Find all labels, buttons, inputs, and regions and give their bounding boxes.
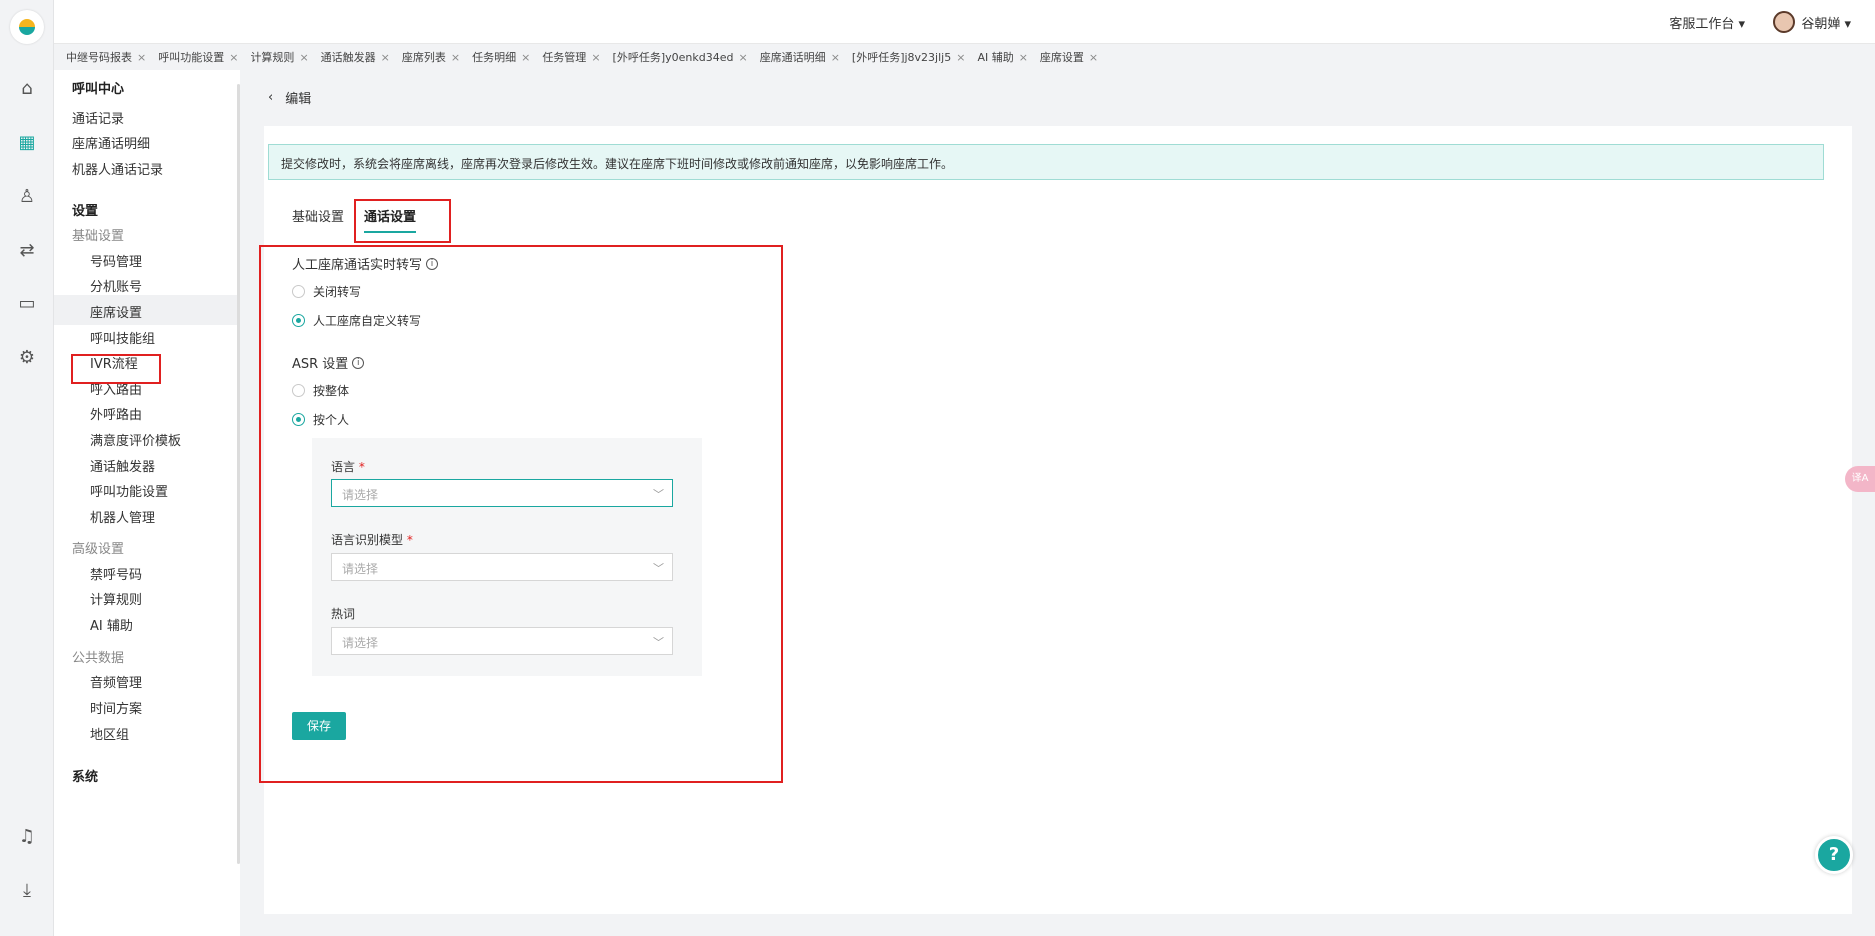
sidebar-item-blocked-numbers[interactable]: 禁呼号码	[90, 564, 142, 583]
annotation-box-tab	[354, 199, 451, 243]
sidebar-item-call-records[interactable]: 通话记录	[72, 108, 124, 127]
sidebar-item-robot-mgmt[interactable]: 机器人管理	[90, 507, 155, 526]
annotation-box-form	[259, 245, 783, 783]
sidebar-group-public: 公共数据	[72, 651, 125, 666]
user-name: 谷朝婵 ▾	[1801, 16, 1851, 32]
tab-basic-settings[interactable]: 基础设置	[292, 206, 344, 233]
sidebar-item-call-function[interactable]: 呼叫功能设置	[90, 481, 168, 500]
annotation-box-sidebar	[71, 354, 161, 384]
close-icon[interactable]: ×	[956, 51, 965, 64]
sidebar-item-satisfaction[interactable]: 满意度评价模板	[90, 430, 181, 449]
sidebar-item-ai-assist[interactable]: AI 辅助	[90, 615, 133, 634]
page-tab[interactable]: [外呼任务]j8v23jlj5 ×	[852, 49, 966, 65]
home-icon[interactable]: ⌂	[14, 75, 40, 101]
bell-icon[interactable]: ♫	[14, 823, 40, 849]
help-icon[interactable]: ?	[1815, 836, 1853, 874]
close-icon[interactable]: ×	[521, 51, 530, 64]
page-tab[interactable]: 呼叫功能设置 ×	[158, 49, 238, 65]
sidebar-item-region-group[interactable]: 地区组	[90, 724, 129, 743]
chevron-left-icon: ‹	[268, 90, 274, 105]
book-icon[interactable]: ▭	[14, 290, 40, 316]
workspace-switcher[interactable]: 客服工作台 ▾	[1669, 13, 1745, 32]
sidebar-group-advanced: 高级设置	[72, 542, 125, 557]
page-tab[interactable]: 任务明细 ×	[472, 49, 530, 65]
page-tab[interactable]: [外呼任务]y0enkd34ed ×	[613, 49, 748, 65]
sidebar-section-settings: 设置	[72, 204, 99, 219]
notice-banner: 提交修改时，系统会将座席离线，座席再次登录后修改生效。建议在座席下班时间修改或修…	[268, 144, 1824, 180]
page-tab[interactable]: 计算规则 ×	[250, 49, 308, 65]
page-tab[interactable]: 任务管理 ×	[542, 49, 600, 65]
close-icon[interactable]: ×	[1019, 51, 1028, 64]
app-rail: ⌂ ▦ ♙ ⇄ ▭ ⚙ ♫ ⤓	[0, 0, 54, 936]
sidebar-section-system: 系统	[72, 770, 99, 785]
sidebar-item-call-trigger[interactable]: 通话触发器	[90, 456, 155, 475]
close-icon[interactable]: ×	[451, 51, 460, 64]
route-icon[interactable]: ⇄	[14, 237, 40, 263]
apps-icon[interactable]: ▦	[14, 129, 40, 155]
sidebar-item-extension[interactable]: 分机账号	[90, 276, 142, 295]
page-tab[interactable]: AI 辅助 ×	[977, 49, 1027, 65]
close-icon[interactable]: ×	[381, 51, 390, 64]
close-icon[interactable]: ×	[229, 51, 238, 64]
settings-icon[interactable]: ⚙	[14, 344, 40, 370]
sidebar-group-basic: 基础设置	[72, 229, 125, 244]
top-bar: 客服工作台 ▾ 谷朝婵 ▾	[54, 0, 1875, 44]
page-tab[interactable]: 座席通话明细 ×	[760, 49, 840, 65]
close-icon[interactable]: ×	[1089, 51, 1098, 64]
page-title: 编辑	[285, 92, 312, 107]
page-tab[interactable]: 中继号码报表 ×	[66, 49, 146, 65]
avatar	[1773, 11, 1796, 33]
close-icon[interactable]: ×	[591, 51, 600, 64]
page-tab[interactable]: 座席列表 ×	[402, 49, 460, 65]
back-link[interactable]: ‹ 编辑	[268, 88, 311, 107]
sidebar-item-time-plan[interactable]: 时间方案	[90, 698, 142, 717]
close-icon[interactable]: ×	[137, 51, 146, 64]
sidebar-item-audio[interactable]: 音频管理	[90, 672, 142, 691]
close-icon[interactable]: ×	[299, 51, 308, 64]
close-icon[interactable]: ×	[831, 51, 840, 64]
translate-icon[interactable]: 译A	[1845, 466, 1875, 492]
sidebar-item-calc-rules[interactable]: 计算规则	[90, 589, 142, 608]
sidebar-item-outbound-route[interactable]: 外呼路由	[90, 404, 142, 423]
sidebar-section-call-center: 呼叫中心	[72, 82, 125, 97]
app-logo[interactable]	[10, 10, 44, 44]
page-tab[interactable]: 通话触发器 ×	[321, 49, 390, 65]
sidebar-item-agent-call-detail[interactable]: 座席通话明细	[72, 133, 150, 152]
sidebar-item-robot-call-records[interactable]: 机器人通话记录	[72, 159, 163, 178]
page-tabs: 中继号码报表 × 呼叫功能设置 × 计算规则 × 通话触发器 × 座席列表 × 任务明细 ×…	[54, 44, 1875, 70]
sidebar-item-agent-settings[interactable]: 座席设置	[90, 302, 142, 321]
user-icon[interactable]: ♙	[14, 183, 40, 209]
close-icon[interactable]: ×	[738, 51, 747, 64]
download-icon[interactable]: ⤓	[14, 877, 40, 903]
sidebar-item-skill-group[interactable]: 呼叫技能组	[90, 328, 155, 347]
sidebar-active-highlight	[54, 295, 240, 325]
page-tab[interactable]: 座席设置 ×	[1040, 49, 1098, 65]
sidebar: 呼叫中心 通话记录 座席通话明细 机器人通话记录 设置 基础设置 号码管理 分机…	[54, 70, 240, 936]
sidebar-item-number-mgmt[interactable]: 号码管理	[90, 251, 142, 270]
user-menu[interactable]: 谷朝婵 ▾	[1773, 11, 1851, 33]
